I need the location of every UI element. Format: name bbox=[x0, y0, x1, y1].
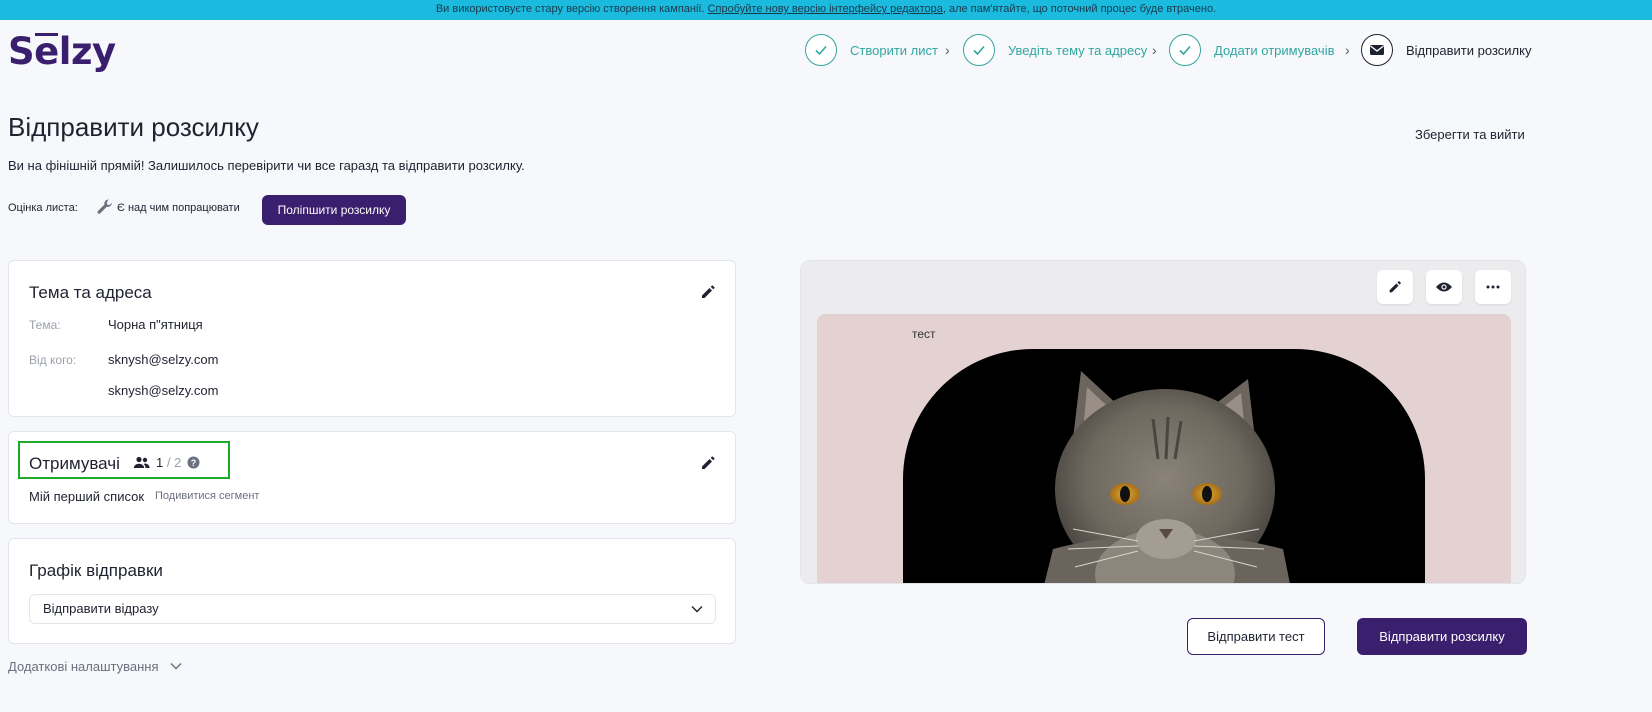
send-test-button[interactable]: Відправити тест bbox=[1187, 618, 1325, 655]
step-3-check-icon[interactable] bbox=[1169, 34, 1201, 66]
preview-eye-button[interactable] bbox=[1426, 270, 1462, 304]
eye-icon bbox=[1436, 282, 1452, 292]
step-2-label[interactable]: Уведіть тему та адресу bbox=[1008, 43, 1147, 58]
recipient-count: 1 / 2 bbox=[156, 455, 182, 470]
page-title: Відправити розсилку bbox=[8, 112, 259, 142]
subject-label: Тема: bbox=[29, 318, 61, 332]
subject-address-card: Тема та адреса Тема: Чорна п"ятниця Від … bbox=[8, 260, 736, 417]
chevron-down-icon bbox=[691, 595, 703, 623]
schedule-card-title: Графік відправки bbox=[29, 561, 163, 580]
step-2-check-icon[interactable] bbox=[963, 34, 995, 66]
more-dots-icon bbox=[1486, 285, 1500, 289]
from-label: Від кого: bbox=[29, 353, 77, 367]
help-icon[interactable]: ? bbox=[187, 456, 200, 474]
step-separator-icon: › bbox=[1152, 42, 1157, 58]
edit-pencil-icon[interactable] bbox=[699, 283, 717, 301]
step-1-label[interactable]: Створити лист bbox=[850, 43, 938, 58]
svg-text:?: ? bbox=[191, 458, 197, 468]
page-subtitle: Ви на фінішній прямій! Залишилось переві… bbox=[8, 158, 525, 173]
rating-status: Є над чим попрацювати bbox=[117, 202, 240, 214]
banner-text-after: , але пам'ятайте, що поточний процес буд… bbox=[942, 3, 1217, 15]
save-and-exit-link[interactable]: Зберегти та вийти bbox=[1415, 127, 1525, 142]
chevron-down-icon bbox=[170, 658, 182, 673]
people-icon bbox=[133, 456, 150, 474]
email-content-frame: тест bbox=[817, 314, 1511, 583]
step-separator-icon: › bbox=[1345, 42, 1350, 58]
recipients-card: Отримувачі 1 / 2 ? Мій перший список Под… bbox=[8, 431, 736, 524]
from-email-value: sknysh@selzy.com bbox=[108, 352, 219, 367]
improve-campaign-button[interactable]: Поліпшити розсилку bbox=[262, 195, 406, 225]
cat-image bbox=[903, 349, 1425, 583]
schedule-card: Графік відправки Відправити відразу bbox=[8, 538, 736, 644]
wrench-icon bbox=[95, 197, 115, 222]
more-options-button[interactable] bbox=[1475, 270, 1511, 304]
send-campaign-button[interactable]: Відправити розсилку bbox=[1357, 618, 1527, 655]
additional-settings-toggle[interactable]: Додаткові налаштування bbox=[8, 658, 182, 674]
edit-pencil-icon[interactable] bbox=[699, 454, 717, 472]
rating-label: Оцінка листа: bbox=[8, 202, 78, 214]
subject-card-title: Тема та адреса bbox=[29, 283, 152, 302]
banner-text: Ви використовуєте стару версію створення… bbox=[435, 3, 705, 15]
new-editor-link[interactable]: Спробуйте нову версію інтерфейсу редакто… bbox=[708, 3, 943, 15]
view-segment-link[interactable]: Подивитися сегмент bbox=[155, 490, 259, 502]
progress-stepper: Створити лист › Уведіть тему та адресу ›… bbox=[0, 34, 1652, 70]
email-body-text: тест bbox=[912, 327, 936, 341]
subject-value: Чорна п"ятниця bbox=[108, 317, 203, 332]
reply-email-value: sknysh@selzy.com bbox=[108, 383, 219, 398]
edit-email-button[interactable] bbox=[1377, 270, 1413, 304]
step-4-label: Відправити розсилку bbox=[1406, 43, 1532, 58]
pencil-icon bbox=[1389, 281, 1401, 293]
step-1-check-icon[interactable] bbox=[805, 34, 837, 66]
step-4-envelope-icon bbox=[1361, 34, 1393, 66]
send-schedule-select[interactable]: Відправити відразу bbox=[29, 594, 716, 624]
email-preview: тест bbox=[800, 260, 1526, 584]
step-separator-icon: › bbox=[945, 42, 950, 58]
list-name: Мій перший список bbox=[29, 489, 145, 504]
recipients-card-title: Отримувачі bbox=[29, 454, 120, 473]
old-version-banner: Ви використовуєте стару версію створення… bbox=[0, 0, 1652, 20]
step-3-label[interactable]: Додати отримувачів bbox=[1214, 43, 1335, 58]
